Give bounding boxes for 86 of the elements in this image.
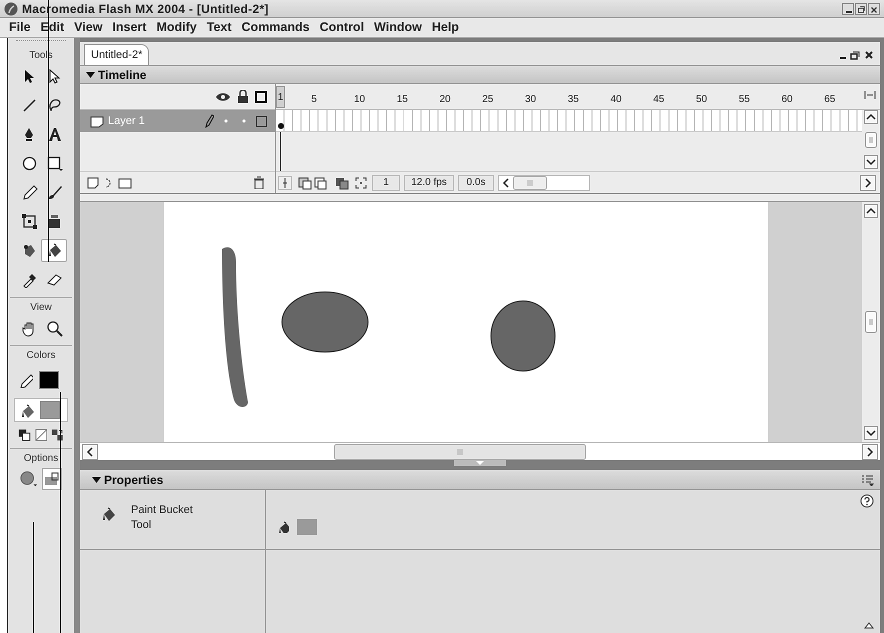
menu-item[interactable]: Control	[314, 18, 370, 37]
swap-colors-icon	[18, 428, 31, 442]
frame-number: 15	[396, 93, 408, 107]
section-title: Options	[24, 452, 58, 466]
search-icon	[46, 320, 62, 336]
frame-number: 60	[781, 93, 793, 107]
minimize-icon	[840, 57, 846, 59]
frame-number: 65	[824, 93, 836, 107]
edit-frames-icon	[334, 176, 350, 190]
section-title: Colors	[26, 349, 56, 363]
menu-item[interactable]: Text	[202, 18, 237, 37]
menu-item[interactable]: Help	[426, 18, 464, 37]
help-icon	[860, 494, 874, 508]
eyedropper-icon	[20, 271, 38, 288]
layer-name: Layer 1	[108, 114, 146, 129]
menu-item[interactable]: Window	[369, 18, 427, 37]
pencil-icon	[18, 372, 33, 388]
fill-color-swatch[interactable]	[40, 401, 60, 419]
transform-icon	[20, 213, 38, 230]
close-icon	[864, 50, 874, 60]
panel-title: Properties	[104, 472, 164, 488]
panel-title: Timeline	[98, 66, 146, 84]
scroll-thumb-icon	[865, 132, 877, 148]
modify-markers-icon	[354, 176, 368, 190]
gap-size-icon	[20, 470, 38, 488]
outline-icon	[255, 90, 267, 102]
dot-icon	[224, 119, 228, 123]
scroll-thumb-icon	[513, 176, 547, 190]
frame-number: 40	[610, 93, 622, 107]
elapsed-time-field: 0.0s	[458, 174, 494, 190]
current-frame-field: 1	[372, 174, 400, 190]
restore-icon	[856, 4, 866, 16]
tool-name: Paint Bucket Tool	[131, 503, 193, 533]
no-color-icon	[34, 428, 48, 442]
frame-number: 50	[696, 93, 708, 107]
pencil-icon	[204, 114, 214, 128]
frame-number: 30	[524, 93, 536, 107]
insert-layer-icon	[86, 176, 134, 190]
paint-bucket-icon	[100, 506, 117, 523]
restore-icon	[850, 50, 860, 60]
frame-number: 45	[653, 93, 664, 107]
triangle-down-icon	[92, 476, 101, 484]
center-playhead-icon	[278, 176, 292, 190]
lock-icon	[237, 90, 249, 103]
trash-icon	[253, 176, 265, 189]
collapse-handle-icon	[454, 460, 506, 466]
keyframe-dot-icon	[277, 122, 285, 130]
frame-number: 10	[354, 93, 366, 107]
menu-item[interactable]: Insert	[107, 18, 152, 37]
app-logo-icon	[4, 2, 18, 16]
dot-icon	[242, 119, 246, 123]
lock-fill-icon	[44, 471, 60, 487]
options-menu-icon	[861, 474, 874, 486]
layer-icon	[90, 114, 104, 128]
frame-number: 55	[738, 93, 750, 107]
frame-number: 25	[482, 93, 494, 107]
menu-item[interactable]: File	[4, 18, 36, 37]
line-icon	[20, 97, 38, 114]
frame-number: 35	[568, 93, 579, 107]
document-tab[interactable]: Untitled-2*	[84, 44, 150, 65]
chevron-right-icon	[860, 174, 876, 190]
triangle-down-icon	[86, 70, 95, 78]
center-frame-icon	[864, 90, 876, 100]
paint-bucket-icon	[19, 402, 34, 418]
frame-number: 5	[311, 93, 317, 107]
paint-bucket-icon	[276, 520, 289, 533]
frame-rate-field: 12.0 fps	[404, 174, 454, 190]
circle-icon	[20, 155, 38, 172]
scroll-thumb-icon	[865, 311, 877, 333]
scroll-thumb-icon	[334, 444, 586, 460]
fill-color-swatch[interactable]	[297, 518, 317, 534]
eye-icon	[215, 90, 231, 102]
expand-icon	[864, 622, 874, 629]
horizontal-scrollbar[interactable]	[498, 174, 590, 190]
lock-fill-button[interactable]	[42, 468, 62, 490]
menu-item[interactable]: Modify	[151, 18, 202, 37]
section-title: View	[30, 301, 52, 315]
menu-item[interactable]: View	[69, 18, 108, 37]
playhead[interactable]: 1	[276, 86, 285, 108]
frame-number: 20	[439, 93, 451, 107]
outline-icon	[256, 116, 267, 126]
stroke-color-swatch[interactable]	[39, 371, 59, 389]
tool-button[interactable]	[41, 239, 67, 262]
pencil-icon	[20, 184, 38, 201]
menu-item[interactable]: Commands	[236, 18, 315, 37]
minimize-icon	[846, 10, 852, 12]
